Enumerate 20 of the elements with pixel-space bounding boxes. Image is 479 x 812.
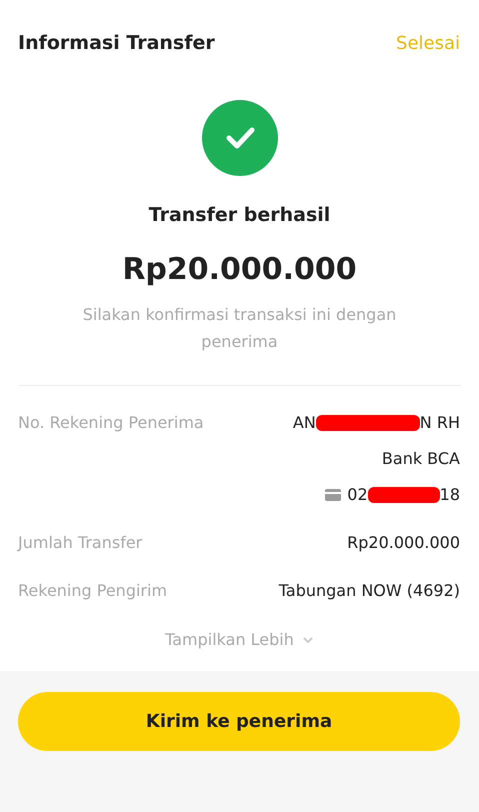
chevron-down-icon — [302, 636, 314, 644]
show-more-button[interactable]: Tampilkan Lebih — [165, 630, 314, 649]
bank-name: Bank BCA — [382, 448, 460, 470]
detail-label: No. Rekening Penerima — [18, 412, 204, 434]
detail-label: Jumlah Transfer — [18, 532, 142, 554]
confirmation-message: Silakan konfirmasi transaksi ini dengan penerima — [82, 304, 398, 353]
card-icon — [325, 489, 342, 501]
done-link[interactable]: Selesai — [396, 32, 460, 54]
recipient-name: N RH — [420, 412, 460, 434]
account-number: 02 — [347, 484, 368, 506]
recipient-name: AN — [292, 412, 316, 434]
detail-label: Rekening Pengirim — [18, 580, 168, 602]
send-to-recipient-button[interactable]: Kirim ke penerima — [18, 692, 460, 751]
detail-value: Rp20.000.000 — [347, 532, 460, 554]
success-check-icon — [202, 100, 278, 176]
screen-title: Informasi Transfer — [18, 32, 215, 54]
transfer-amount: Rp20.000.000 — [122, 252, 357, 287]
detail-value: Tabungan NOW (4692) — [278, 580, 460, 602]
account-number: 18 — [440, 484, 460, 506]
status-title: Transfer berhasil — [148, 204, 330, 226]
